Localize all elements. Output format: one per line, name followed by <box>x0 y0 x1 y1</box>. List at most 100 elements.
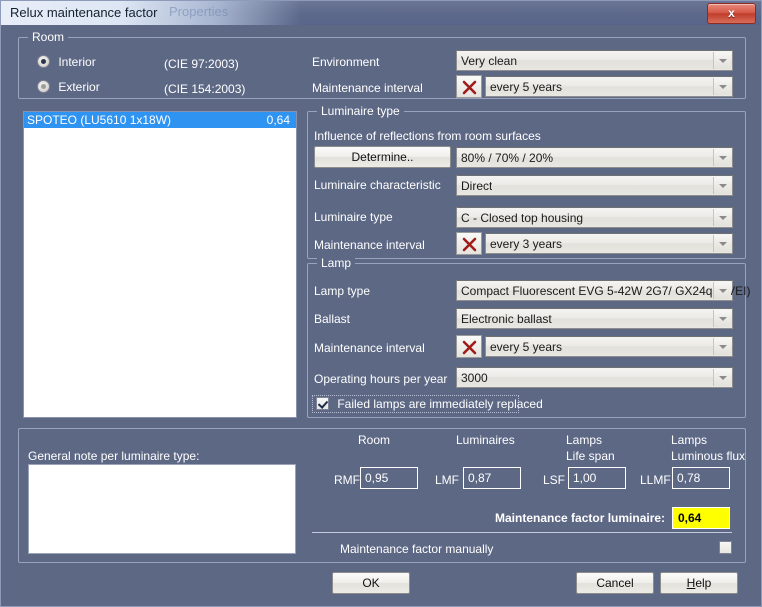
x-mark-icon <box>462 340 477 355</box>
luminaire-type-combo[interactable]: C - Closed top housing <box>456 207 733 228</box>
influence-label: Influence of reflections from room surfa… <box>314 129 541 143</box>
lamp-maintenance-interval-label: Maintenance interval <box>314 341 425 355</box>
room-maintenance-reset-button[interactable] <box>456 75 482 98</box>
checkbox-indicator[interactable] <box>316 397 329 410</box>
chevron-down-icon[interactable] <box>713 282 731 299</box>
operating-hours-value: 3000 <box>461 371 488 385</box>
rmf-value: 0,95 <box>365 471 389 485</box>
ballast-value: Electronic ballast <box>461 312 552 326</box>
lsf-label: LSF <box>543 473 566 487</box>
interior-standard-label: (CIE 97:2003) <box>164 57 239 71</box>
maintenance-factor-label: Maintenance factor luminaire: <box>495 511 666 525</box>
column-head-luminaires: Luminaires <box>456 433 515 447</box>
lamp-type-combo[interactable]: Compact Fluorescent EVG 5-42W 2G7/ GX24q… <box>456 280 750 301</box>
window-title-ghost: Properties <box>169 4 229 19</box>
chevron-down-icon[interactable] <box>713 209 731 226</box>
radio-exterior-indicator[interactable] <box>37 80 50 93</box>
rmf-field[interactable]: 0,95 <box>360 467 418 489</box>
column-head-lamps-lifespan-1: Lamps <box>566 433 603 447</box>
operating-hours-label: Operating hours per year <box>314 372 448 386</box>
room-maintenance-interval-value: every 5 years <box>490 80 563 94</box>
llmf-field[interactable]: 0,78 <box>672 467 730 489</box>
chevron-down-icon[interactable] <box>713 177 731 194</box>
environment-value: Very clean <box>461 54 518 68</box>
window-title: Relux maintenance factor <box>10 5 158 20</box>
general-note-textarea[interactable] <box>28 464 296 554</box>
ok-button[interactable]: OK <box>332 572 410 594</box>
chevron-down-icon[interactable] <box>713 52 731 69</box>
chevron-down-icon[interactable] <box>713 369 731 386</box>
chevron-down-icon[interactable] <box>713 235 731 252</box>
luminaire-characteristic-combo[interactable]: Direct <box>456 175 733 196</box>
llmf-value: 0,78 <box>677 471 701 485</box>
column-head-room: Room <box>358 433 391 447</box>
column-head-lamps-lifespan-2: Life span <box>566 449 615 463</box>
lmf-value: 0,87 <box>468 471 492 485</box>
radio-interior-label: Interior <box>58 55 96 69</box>
x-mark-icon <box>462 80 477 95</box>
cancel-button[interactable]: Cancel <box>576 572 654 594</box>
luminaire-type-value: C - Closed top housing <box>461 211 584 225</box>
lamp-type-value: Compact Fluorescent EVG 5-42W 2G7/ GX24q… <box>461 284 751 298</box>
radio-interior-indicator[interactable] <box>37 55 50 68</box>
manual-factor-checkbox[interactable] <box>719 541 732 555</box>
list-item[interactable]: SPOTEO (LU5610 1x18W) 0,64 <box>24 112 296 128</box>
luminaire-maintenance-interval-label: Maintenance interval <box>314 238 425 252</box>
summary-divider <box>312 532 732 533</box>
lamp-maintenance-interval-value: every 5 years <box>490 340 563 354</box>
failed-lamps-checkbox[interactable]: Failed lamps are immediately replaced <box>316 397 543 411</box>
radio-exterior-label: Exterior <box>58 80 100 94</box>
lamp-maintenance-reset-button[interactable] <box>456 335 482 358</box>
environment-combo[interactable]: Very clean <box>456 50 733 71</box>
luminaire-type-group-title: Luminaire type <box>317 104 404 118</box>
llmf-label: LLMF <box>640 473 671 487</box>
radio-exterior[interactable]: Exterior <box>37 80 100 94</box>
lsf-value: 1,00 <box>573 471 597 485</box>
lamp-maintenance-interval-combo[interactable]: every 5 years <box>485 336 733 357</box>
room-group-title: Room <box>28 30 69 44</box>
ballast-combo[interactable]: Electronic ballast <box>456 308 733 329</box>
column-head-lamps-flux-1: Lamps <box>671 433 708 447</box>
maintenance-factor-field[interactable]: 0,64 <box>672 507 730 529</box>
reflections-combo[interactable]: 80% / 70% / 20% <box>456 147 733 168</box>
lamp-type-label: Lamp type <box>314 284 371 298</box>
title-bar: Relux maintenance factor Properties x <box>1 1 761 25</box>
chevron-down-icon[interactable] <box>713 338 731 355</box>
manual-factor-label: Maintenance factor manually <box>340 542 494 556</box>
chevron-down-icon[interactable] <box>713 310 731 327</box>
luminaire-type-label: Luminaire type <box>314 210 393 224</box>
luminaire-maintenance-reset-button[interactable] <box>456 232 482 255</box>
help-button[interactable]: Help <box>660 572 738 594</box>
maintenance-factor-value: 0,64 <box>678 511 702 525</box>
close-button[interactable]: x <box>707 3 756 24</box>
column-head-lamps-flux-2: Luminous flux <box>671 449 746 463</box>
list-item-value: 0,64 <box>266 113 290 127</box>
chevron-down-icon[interactable] <box>713 78 731 95</box>
rmf-label: RMF <box>334 473 360 487</box>
failed-lamps-label: Failed lamps are immediately replaced <box>337 397 543 411</box>
exterior-standard-label: (CIE 154:2003) <box>164 82 246 96</box>
luminaire-characteristic-label: Luminaire characteristic <box>314 178 441 192</box>
lmf-field[interactable]: 0,87 <box>463 467 521 489</box>
lsf-field[interactable]: 1,00 <box>568 467 626 489</box>
determine-button[interactable]: Determine.. <box>314 146 451 168</box>
help-label: elp <box>695 576 712 590</box>
reflections-value: 80% / 70% / 20% <box>461 151 554 165</box>
luminaire-maintenance-interval-value: every 3 years <box>490 237 563 251</box>
operating-hours-combo[interactable]: 3000 <box>456 367 733 388</box>
luminaire-characteristic-value: Direct <box>461 179 493 193</box>
room-maintenance-interval-label: Maintenance interval <box>312 81 423 95</box>
chevron-down-icon[interactable] <box>713 149 731 166</box>
checkbox-indicator[interactable] <box>719 541 732 554</box>
x-mark-icon <box>462 237 477 252</box>
room-maintenance-interval-combo[interactable]: every 5 years <box>485 76 733 97</box>
dialog-window: Relux maintenance factor Properties x Ro… <box>0 0 762 607</box>
list-item-name: SPOTEO (LU5610 1x18W) <box>27 113 172 127</box>
lmf-label: LMF <box>435 473 459 487</box>
ballast-label: Ballast <box>314 312 351 326</box>
luminaire-maintenance-interval-combo[interactable]: every 3 years <box>485 233 733 254</box>
radio-interior[interactable]: Interior <box>37 55 96 69</box>
lamp-group-title: Lamp <box>317 256 356 270</box>
luminaire-list[interactable]: SPOTEO (LU5610 1x18W) 0,64 <box>23 111 297 418</box>
general-note-label: General note per luminaire type: <box>28 449 200 463</box>
